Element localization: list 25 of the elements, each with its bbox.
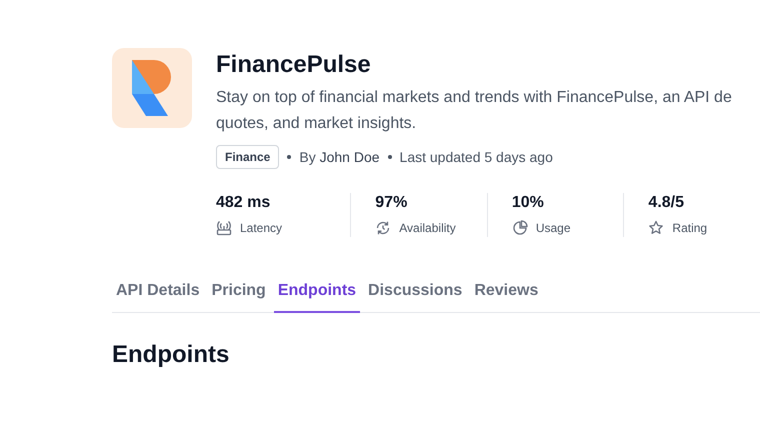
description-text: quotes, and market insights.	[216, 114, 418, 134]
last-updated-text: Last updated 5 days ago	[400, 148, 553, 167]
stat-value: 10%	[512, 193, 545, 213]
tab[interactable]: API Details	[112, 279, 204, 313]
stat-label: Rating	[672, 220, 708, 237]
description-text: Stay on top of financial markets and trends with FinancePulse, an API de	[216, 88, 732, 108]
tab[interactable]: Pricing	[208, 279, 270, 313]
tab[interactable]: Reviews	[470, 279, 542, 313]
author-text: By John Doe	[299, 148, 380, 167]
star-icon	[648, 220, 664, 236]
tab[interactable]: Discussions	[364, 279, 466, 313]
pie-chart-icon	[512, 220, 528, 236]
stat-label: Latency	[240, 220, 282, 237]
refresh-clock-icon	[375, 220, 392, 236]
stat-label: Usage	[536, 220, 571, 237]
app-title: FinancePulse	[216, 50, 372, 80]
category-tag: Finance	[216, 145, 280, 169]
router-icon	[216, 220, 232, 236]
section-heading: Endpoints	[112, 340, 230, 370]
app-logo-icon	[112, 48, 192, 128]
stat-value: 4.8/5	[648, 193, 686, 213]
stat-value: 482 ms	[216, 193, 272, 213]
stat-value: 97%	[375, 193, 408, 213]
tab[interactable]: Endpoints	[274, 279, 360, 313]
stat-label: Availability	[399, 220, 456, 237]
